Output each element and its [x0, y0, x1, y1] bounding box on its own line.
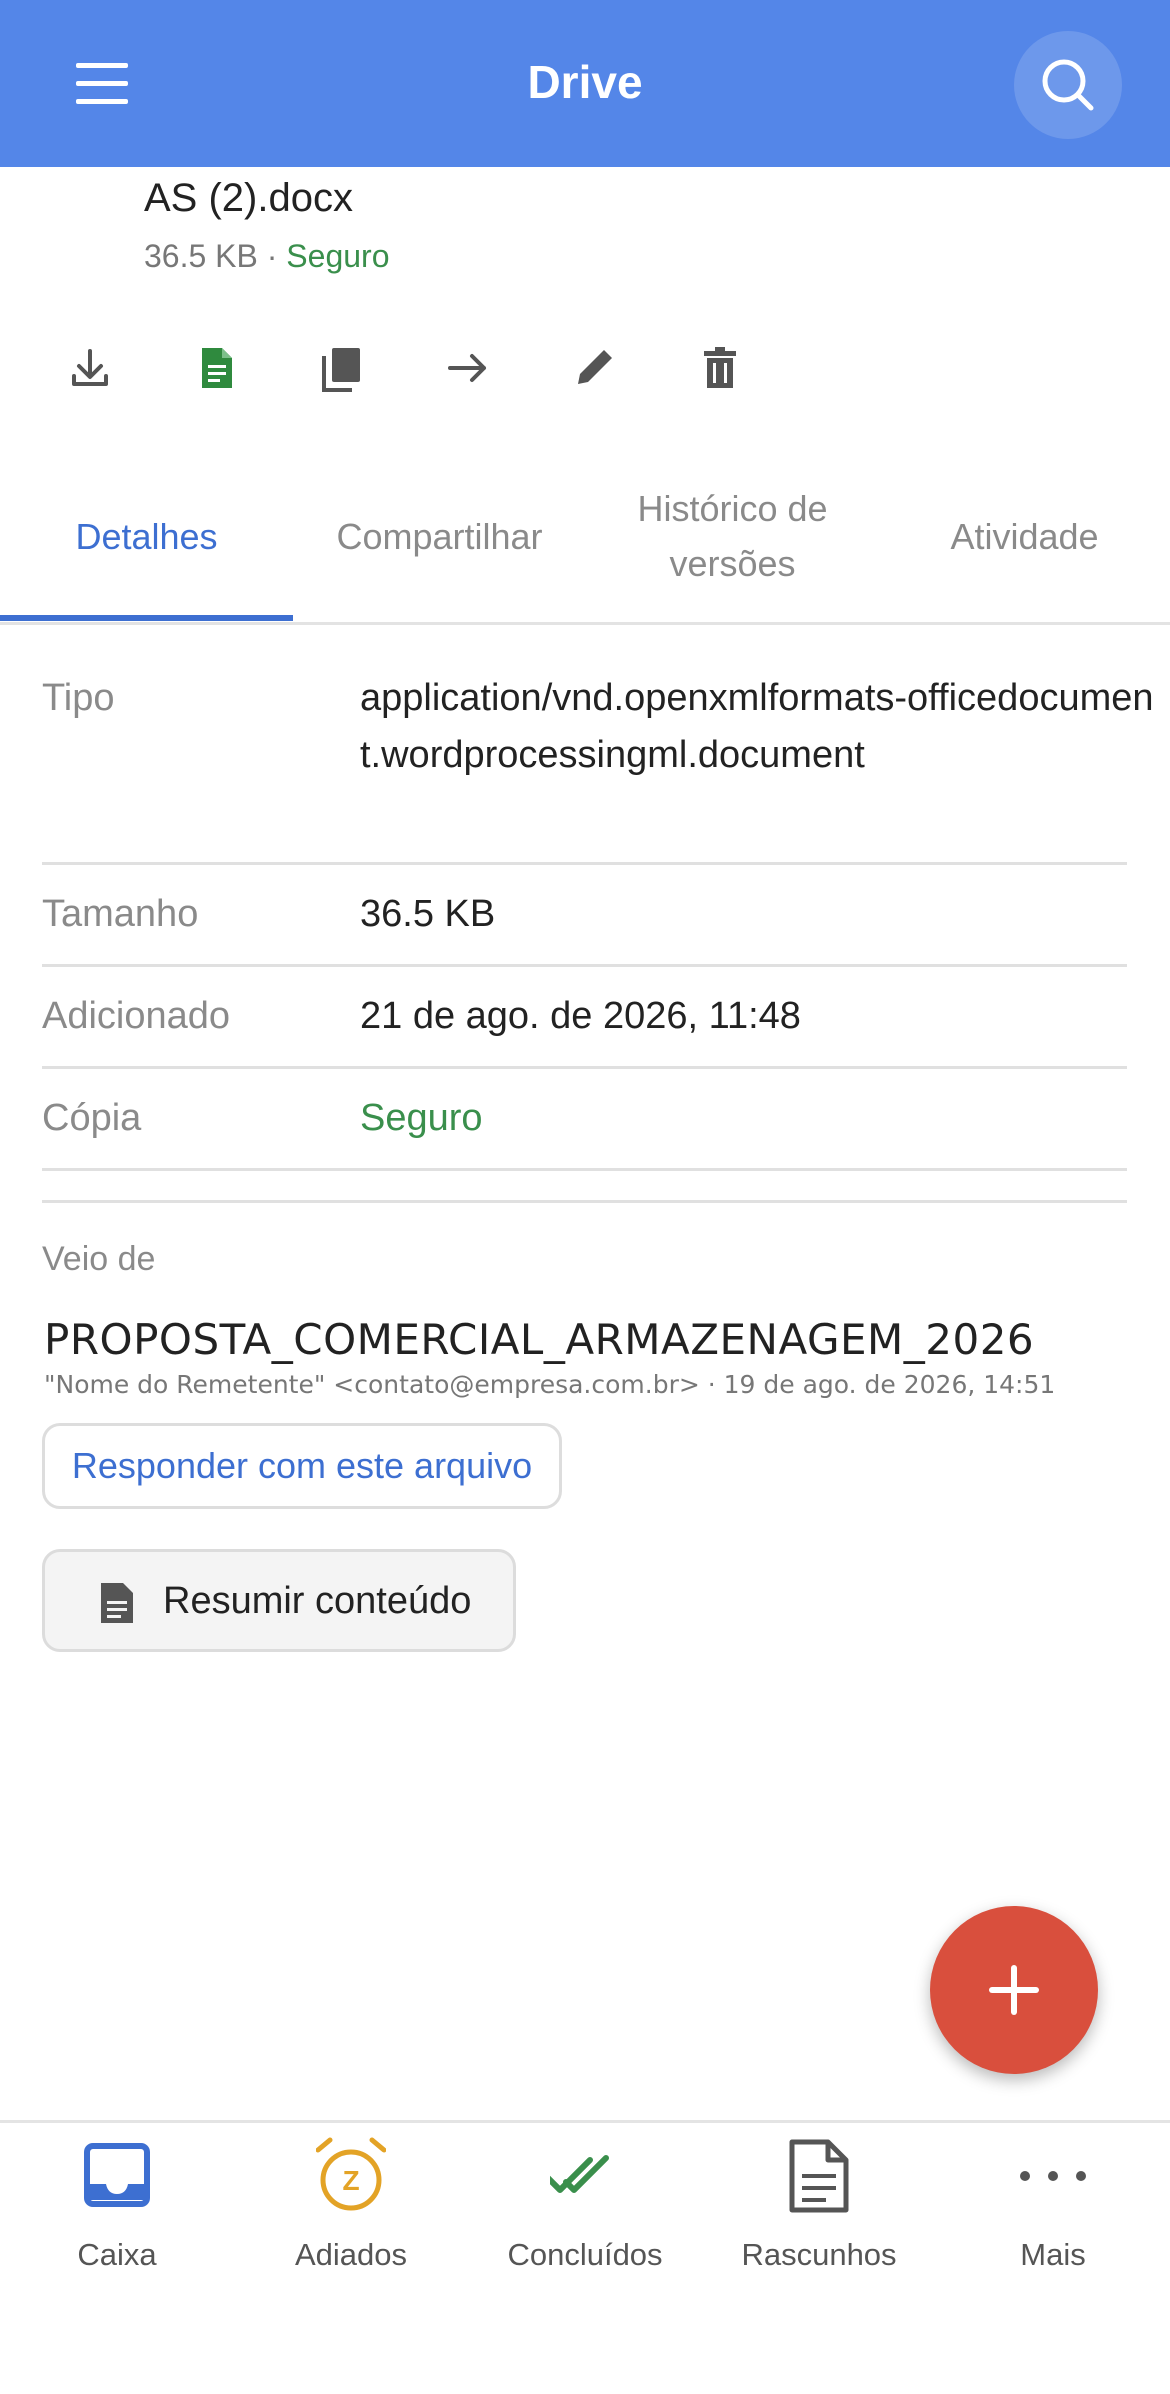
divider: [42, 1200, 1127, 1203]
tab-bar: Detalhes Compartilhar Histórico de versõe…: [0, 450, 1170, 625]
summarize-label: Resumir conteúdo: [163, 1580, 472, 1622]
detail-value: Seguro: [360, 1097, 483, 1139]
file-meta: 36.5 KB · Seguro: [144, 234, 389, 278]
detail-label: Tipo: [42, 677, 115, 719]
detail-row-tipo: Tipo application/vnd.openxmlformats-offi…: [42, 660, 1154, 865]
app-title: Drive: [527, 56, 643, 108]
trash-icon: [704, 347, 736, 388]
reply-with-file-button[interactable]: Responder com este arquivo: [42, 1423, 562, 1509]
compose-fab[interactable]: [930, 1906, 1098, 2074]
tab-compartilhar[interactable]: Compartilhar: [293, 450, 586, 622]
inbox-icon: [84, 2143, 150, 2207]
meta-separator: ·: [257, 238, 287, 274]
document-icon: [202, 348, 232, 388]
draft-document-icon: [789, 2139, 849, 2213]
nav-label: Concluídos: [507, 2237, 663, 2272]
top-app-bar: Drive: [0, 0, 1170, 167]
snooze-clock-icon: Z: [316, 2137, 386, 2211]
detail-value: 21 de ago. de 2026, 11:48: [360, 995, 801, 1037]
detail-row-tamanho: Tamanho 36.5 KB: [42, 865, 1127, 967]
file-status: Seguro: [286, 238, 390, 274]
email-meta: "Nome do Remetente" <contato@empresa.com…: [44, 1370, 1056, 1399]
download-button[interactable]: [58, 336, 122, 400]
nav-item-mais[interactable]: Mais: [936, 2123, 1170, 2323]
nav-label: Mais: [1020, 2237, 1086, 2272]
double-check-icon: [550, 2155, 609, 2193]
active-tab-indicator: [0, 615, 293, 621]
nav-label: Adiados: [294, 2237, 408, 2272]
rename-button[interactable]: [562, 336, 626, 400]
detail-label: Adicionado: [42, 995, 231, 1037]
nav-item-adiados[interactable]: Z Adiados: [234, 2123, 468, 2323]
delete-button[interactable]: [688, 336, 752, 400]
file-name: AS (2).docx: [144, 176, 353, 220]
nav-label: Rascunhos: [741, 2237, 897, 2272]
plus-icon: [989, 1965, 1039, 2015]
detail-row-adicionado: Adicionado 21 de ago. de 2026, 11:48: [42, 967, 1127, 1069]
detail-value: application/vnd.openxmlformats-officedoc…: [360, 677, 1154, 776]
tab-detalhes[interactable]: Detalhes: [0, 450, 293, 622]
email-subject[interactable]: PROPOSTA_COMERCIAL_ARMAZENAGEM_2026: [44, 1310, 1034, 1370]
detail-label: Cópia: [42, 1097, 142, 1139]
search-button[interactable]: [1014, 31, 1122, 139]
tab-historico-versoes[interactable]: Histórico de versões: [586, 450, 879, 622]
summarize-content-button[interactable]: Resumir conteúdo: [42, 1549, 516, 1652]
file-size: 36.5 KB: [144, 238, 258, 274]
search-icon: [1042, 59, 1094, 111]
document-icon: [101, 1583, 133, 1623]
detail-label: Tamanho: [42, 893, 199, 935]
forward-button[interactable]: [436, 336, 500, 400]
copy-icon: [322, 348, 360, 392]
source-label: Veio de: [42, 1240, 156, 1278]
pencil-icon: [578, 350, 612, 384]
svg-text:Z: Z: [342, 2165, 359, 2196]
open-document-button[interactable]: [184, 336, 248, 400]
bottom-nav: Caixa Z Adiados Concluídos Rascunhos Mai…: [0, 2120, 1170, 2394]
nav-label: Caixa: [77, 2237, 157, 2272]
nav-item-rascunhos[interactable]: Rascunhos: [702, 2123, 936, 2323]
copy-button[interactable]: [310, 336, 374, 400]
detail-value: 36.5 KB: [360, 893, 496, 935]
download-icon: [72, 349, 108, 386]
detail-row-copia: Cópia Seguro: [42, 1069, 1127, 1171]
forward-arrow-icon: [448, 354, 486, 382]
more-dots-icon: [1020, 2171, 1086, 2181]
nav-item-concluidos[interactable]: Concluídos: [468, 2123, 702, 2323]
nav-item-caixa[interactable]: Caixa: [0, 2123, 234, 2323]
tab-atividade[interactable]: Atividade: [879, 450, 1170, 622]
